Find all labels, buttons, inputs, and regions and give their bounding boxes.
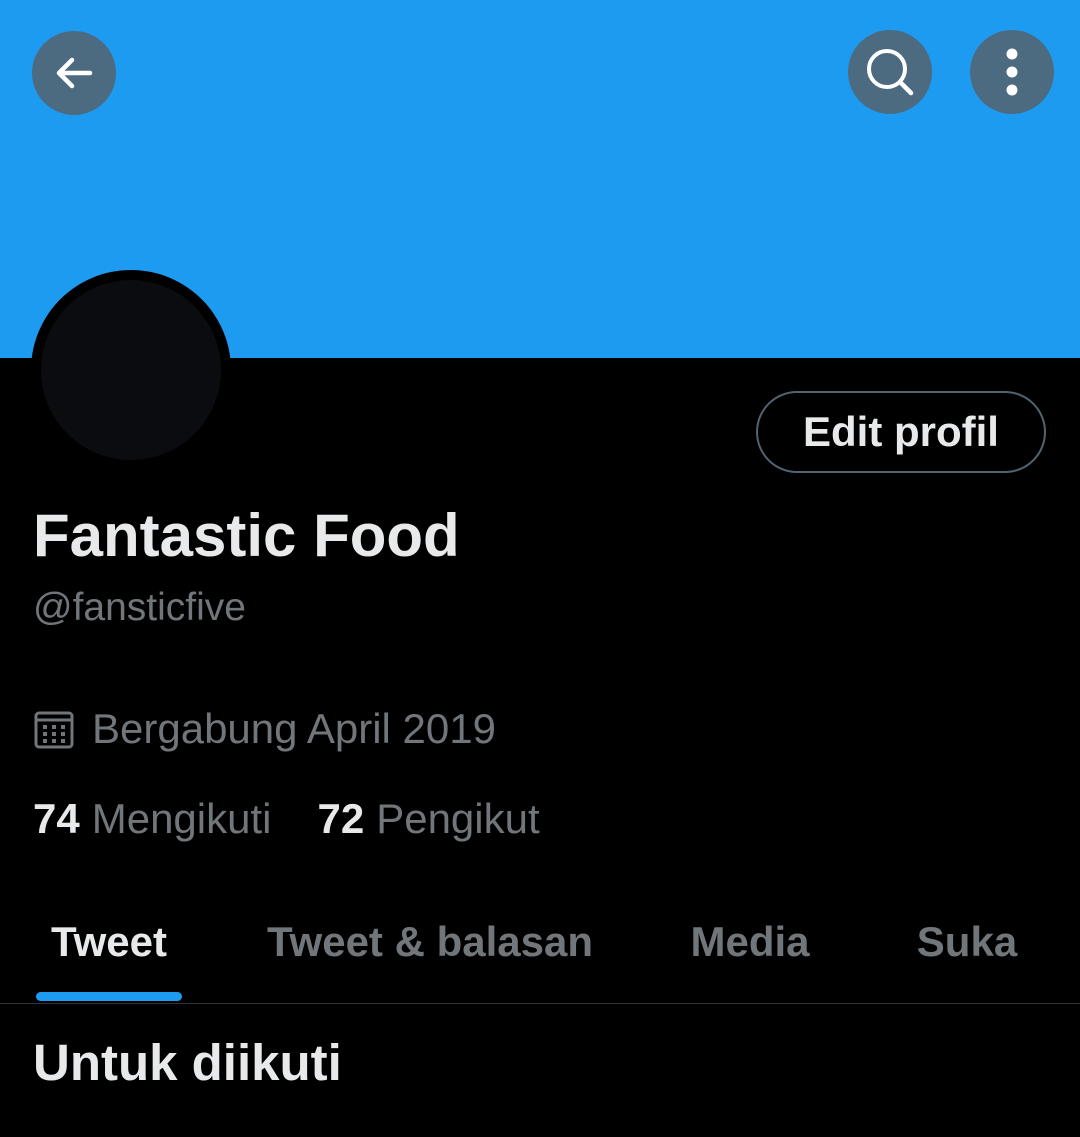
follow-stats: 74 Mengikuti 72 Pengikut xyxy=(33,792,540,846)
profile-page: Edit profil Fantastic Food @fansticfive … xyxy=(0,0,1080,1137)
tab-media[interactable]: Media xyxy=(680,900,820,1003)
joined-text: Bergabung April 2019 xyxy=(92,705,496,752)
calendar-icon xyxy=(34,711,74,749)
who-to-follow-heading: Untuk diikuti xyxy=(33,1034,342,1091)
tab-label: Tweet & balasan xyxy=(267,918,593,965)
tab-tweet[interactable]: Tweet xyxy=(34,900,184,1003)
followers-link[interactable]: 72 Pengikut xyxy=(317,795,539,843)
avatar[interactable] xyxy=(41,280,221,460)
tab-label: Media xyxy=(690,918,810,965)
tab-likes[interactable]: Suka xyxy=(905,900,1029,1003)
active-tab-indicator xyxy=(36,992,182,1001)
more-vertical-icon xyxy=(1006,48,1018,96)
following-link[interactable]: 74 Mengikuti xyxy=(33,795,271,843)
back-button[interactable] xyxy=(32,31,116,115)
tab-label: Suka xyxy=(916,918,1018,965)
tab-label: Tweet xyxy=(51,918,167,965)
profile-handle: @fansticfive xyxy=(33,586,246,629)
profile-tabs: Tweet Tweet & balasan Media Suka xyxy=(0,900,1080,1004)
search-button[interactable] xyxy=(848,30,932,114)
following-count: 74 xyxy=(33,795,80,842)
search-icon xyxy=(867,49,914,96)
more-options-button[interactable] xyxy=(970,30,1054,114)
tab-tweet-replies[interactable]: Tweet & balasan xyxy=(250,900,610,1003)
edit-profile-button[interactable]: Edit profil xyxy=(756,391,1046,473)
following-label: Mengikuti xyxy=(91,795,272,842)
followers-label: Pengikut xyxy=(376,795,540,842)
followers-count: 72 xyxy=(317,795,365,842)
arrow-left-icon xyxy=(56,57,93,89)
avatar-frame[interactable] xyxy=(31,270,231,470)
joined-date: Bergabung April 2019 xyxy=(33,702,496,756)
profile-display-name: Fantastic Food xyxy=(33,502,460,569)
